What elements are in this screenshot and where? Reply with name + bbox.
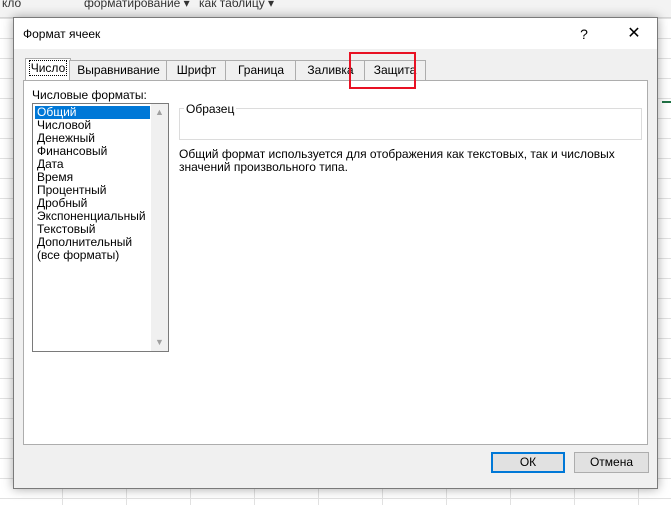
selected-cell-marker bbox=[662, 101, 671, 103]
scroll-down-icon[interactable]: ▼ bbox=[151, 334, 168, 351]
ribbon-text: кло bbox=[2, 0, 22, 10]
tab-alignment[interactable]: Выравнивание bbox=[69, 60, 168, 80]
sample-label: Образец bbox=[184, 102, 237, 116]
tab-border[interactable]: Граница bbox=[225, 60, 297, 80]
format-cells-dialog: Формат ячеек ? ✕ Число Выравнивание Шриф… bbox=[13, 17, 658, 489]
listbox-scrollbar[interactable]: ▲ ▼ bbox=[151, 104, 168, 351]
tab-font[interactable]: Шрифт bbox=[166, 60, 227, 80]
tab-number[interactable]: Число bbox=[25, 58, 71, 81]
scroll-up-icon[interactable]: ▲ bbox=[151, 104, 168, 121]
description-line: значений произвольного типа. bbox=[179, 160, 348, 174]
help-button[interactable]: ? bbox=[569, 22, 599, 46]
number-tab-panel: Числовые форматы: Общий Числовой Денежны… bbox=[23, 80, 648, 445]
cancel-button[interactable]: Отмена bbox=[574, 452, 649, 473]
number-formats-label: Числовые форматы: bbox=[32, 88, 147, 102]
ok-button[interactable]: ОК bbox=[491, 452, 565, 473]
conditional-format-button[interactable]: форматирование ▾ bbox=[84, 0, 190, 10]
format-as-table-button[interactable]: как таблицу ▾ bbox=[199, 0, 274, 10]
sample-group bbox=[179, 108, 642, 140]
dialog-titlebar[interactable]: Формат ячеек ? ✕ bbox=[14, 18, 657, 49]
excel-ribbon: кло форматирование ▾ как таблицу ▾ bbox=[0, 0, 671, 18]
protection-tab-highlight bbox=[349, 52, 416, 89]
close-button[interactable]: ✕ bbox=[619, 22, 649, 46]
format-description: Общий формат используется для отображени… bbox=[179, 148, 634, 174]
number-formats-listbox[interactable]: Общий Числовой Денежный Финансовый Дата … bbox=[32, 103, 169, 352]
list-item[interactable]: (все форматы) bbox=[35, 249, 121, 262]
dialog-title: Формат ячеек bbox=[23, 27, 101, 41]
